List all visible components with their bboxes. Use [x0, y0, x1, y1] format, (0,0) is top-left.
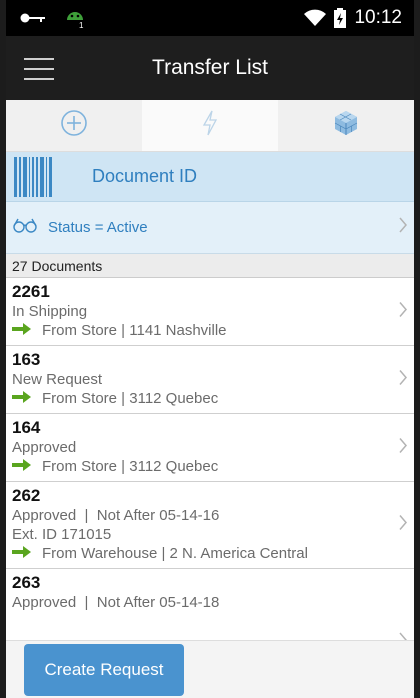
chevron-right-icon [398, 216, 408, 239]
transfer-origin-label: From Store | 3112 Quebec [42, 390, 219, 407]
tab-quick-action[interactable] [142, 100, 278, 151]
transfer-origin-label: From Warehouse | 2 N. America Central [42, 545, 308, 562]
hamburger-menu-icon[interactable] [24, 58, 54, 80]
plus-circle-icon [59, 108, 89, 143]
transfer-origin: From Warehouse | 2 N. America Central [12, 544, 384, 564]
battery-icon [334, 8, 347, 28]
status-time: 10:12 [354, 7, 402, 28]
chevron-right-icon [398, 368, 408, 391]
transfer-status: New Request [12, 371, 103, 388]
document-id-label: Document ID [92, 166, 198, 186]
svg-text:1: 1 [79, 21, 84, 29]
arrow-right-icon [12, 457, 32, 477]
key-icon [20, 12, 46, 24]
list-item[interactable]: 2261 In Shipping From Store | 1141 Nashv… [6, 278, 414, 346]
arrow-right-icon [12, 389, 32, 409]
transfer-id: 263 [12, 573, 41, 592]
create-request-button[interactable]: Create Request [24, 644, 184, 696]
document-id-field[interactable]: Document ID [6, 152, 414, 202]
bottom-action-bar: Create Request [6, 640, 414, 698]
tab-bar [6, 100, 414, 152]
status-bar: 1 10:12 [6, 0, 414, 36]
list-item[interactable]: 164 Approved From Store | 3112 Quebec [6, 414, 414, 482]
wifi-icon [304, 9, 327, 27]
status-filter-label: Status = Active [48, 219, 148, 236]
transfer-status: Approved | Not After 05-14-16 [12, 507, 220, 524]
status-filter-row[interactable]: Status = Active [6, 202, 414, 254]
list-item[interactable]: 163 New Request From Store | 3112 Quebec [6, 346, 414, 414]
transfer-status: Approved | Not After 05-14-18 [12, 594, 220, 611]
transfer-origin-label: From Store | 1141 Nashville [42, 322, 227, 339]
transfer-id: 164 [12, 418, 41, 437]
transfer-id: 262 [12, 486, 41, 505]
tab-create[interactable] [6, 100, 142, 151]
transfer-status: Approved [12, 439, 77, 456]
glasses-icon [12, 217, 38, 238]
transfer-id: 2261 [12, 282, 50, 301]
chevron-right-icon [398, 300, 408, 323]
app-bar: Transfer List [6, 36, 414, 100]
page-title: Transfer List [152, 56, 268, 79]
transfer-id: 163 [12, 350, 41, 369]
transfer-origin-label: From Store | 3112 Quebec [42, 458, 219, 475]
lightning-icon [202, 110, 218, 141]
barcode-icon[interactable] [14, 156, 52, 197]
external-id: Ext. ID 171015 [12, 526, 112, 543]
chevron-right-icon [398, 514, 408, 537]
arrow-right-icon [12, 544, 32, 564]
cube-icon [334, 110, 358, 141]
transfer-status: In Shipping [12, 303, 88, 320]
tab-items[interactable] [278, 100, 414, 151]
list-item[interactable]: 263 Approved | Not After 05-14-18 [6, 569, 414, 648]
transfer-origin: From Store | 1141 Nashville [12, 321, 384, 341]
list-item[interactable]: 262 Approved | Not After 05-14-16 Ext. I… [6, 482, 414, 569]
document-count-header: 27 Documents [6, 254, 414, 278]
chevron-right-icon [398, 436, 408, 459]
transfer-origin: From Store | 3112 Quebec [12, 457, 384, 477]
transfer-origin: From Store | 3112 Quebec [12, 389, 384, 409]
android-notification-icon: 1 [64, 7, 86, 29]
device-screen: 1 10:12 Transfer List Document ID Status… [0, 0, 420, 698]
arrow-right-icon [12, 321, 32, 341]
